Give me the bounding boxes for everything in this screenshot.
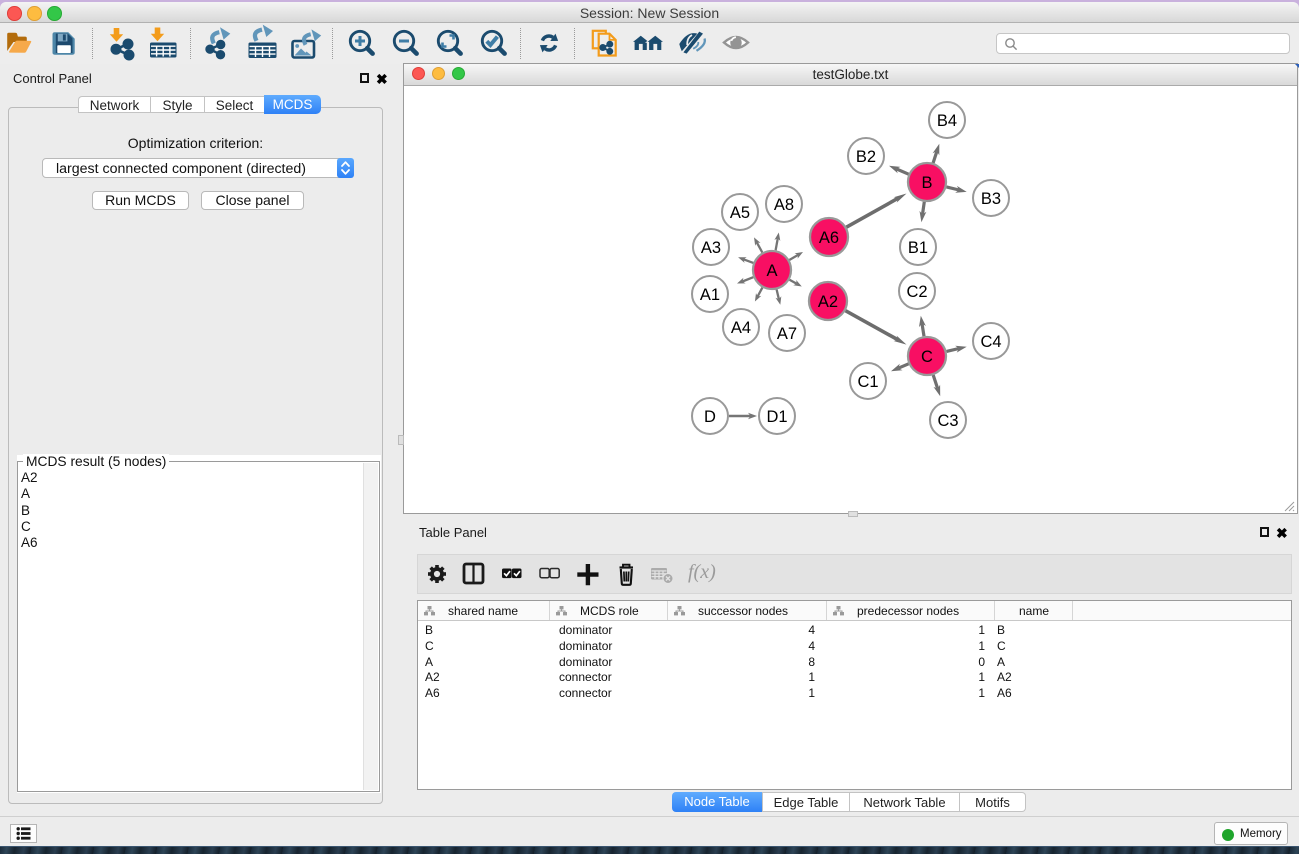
svg-text:A6: A6 [819, 229, 839, 247]
svg-text:D: D [704, 408, 716, 426]
svg-text:B4: B4 [937, 112, 957, 130]
svg-text:C4: C4 [980, 333, 1001, 351]
svg-text:B: B [921, 174, 932, 192]
svg-text:A3: A3 [701, 239, 721, 257]
svg-text:B1: B1 [908, 239, 928, 257]
svg-text:A4: A4 [731, 319, 751, 337]
svg-text:A: A [766, 262, 777, 280]
svg-text:C: C [921, 348, 933, 366]
svg-text:A1: A1 [700, 286, 720, 304]
svg-text:A2: A2 [818, 293, 838, 311]
svg-text:B3: B3 [981, 190, 1001, 208]
svg-text:A8: A8 [774, 196, 794, 214]
svg-text:C3: C3 [937, 412, 958, 430]
svg-text:C1: C1 [857, 373, 878, 391]
svg-text:A7: A7 [777, 325, 797, 343]
svg-text:C2: C2 [906, 283, 927, 301]
svg-text:D1: D1 [766, 408, 787, 426]
svg-text:A5: A5 [730, 204, 750, 222]
svg-text:B2: B2 [856, 148, 876, 166]
